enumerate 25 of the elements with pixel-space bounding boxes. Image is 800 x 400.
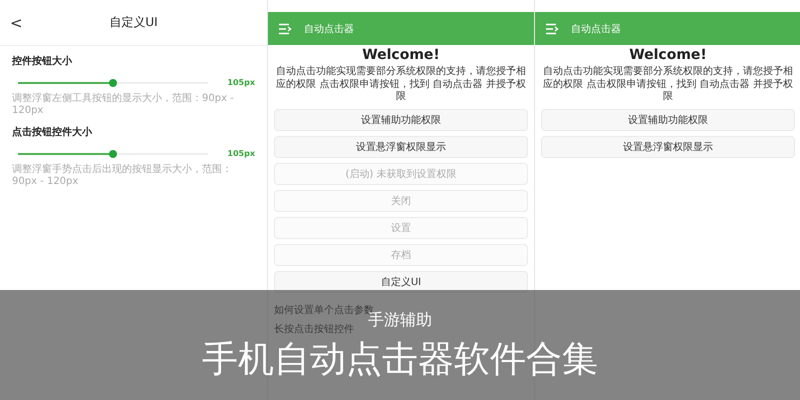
setting-label: 控件按钮大小 [12, 54, 73, 68]
action-button[interactable]: 设置悬浮窗权限显示 [541, 136, 795, 158]
slider-thumb[interactable] [109, 78, 117, 86]
action-button[interactable]: 设置辅助功能权限 [274, 108, 528, 130]
page-title: 自定义UI [109, 14, 158, 31]
setting-label: 点击按钮控件大小 [12, 126, 93, 139]
menu-icon[interactable] [545, 22, 559, 34]
action-button[interactable]: 自定义UI [274, 270, 528, 292]
action-button[interactable]: 设置辅助功能权限 [541, 108, 795, 130]
welcome-heading: Welcome! [362, 47, 440, 63]
action-button[interactable]: 设置悬浮窗权限显示 [274, 136, 528, 158]
setting-hint: 调整浮窗手势点击后出现的按钮显示大小，范围：90px - 120px [12, 164, 233, 188]
slider-thumb[interactable] [109, 150, 117, 158]
menu-icon[interactable] [278, 22, 292, 34]
description-text: 自动点击功能实现需要部分系统权限的支持，请您授予相应的权限 点击权限申请按钮，找到 自动点击器 并授予权限 [275, 66, 527, 104]
welcome-heading: Welcome! [629, 47, 707, 63]
app-title: 自动点击器 [571, 22, 621, 36]
back-button[interactable]: < [10, 14, 23, 32]
app-title: 自动点击器 [304, 22, 354, 36]
slider-value: 105px [227, 149, 255, 158]
caption-title: 手机自动点击器软件合集 [202, 338, 598, 382]
description-text: 自动点击功能实现需要部分系统权限的支持，请您授予相应的权限 点击权限申请按钮，找到 自动点击器 并授予权限 [542, 66, 794, 104]
help-answer: 长按点击按钮控件 [274, 322, 354, 336]
slider-value: 105px [227, 78, 255, 87]
setting-hint: 调整浮窗左侧工具按钮的显示大小，范围：90px - 120px [12, 93, 235, 117]
